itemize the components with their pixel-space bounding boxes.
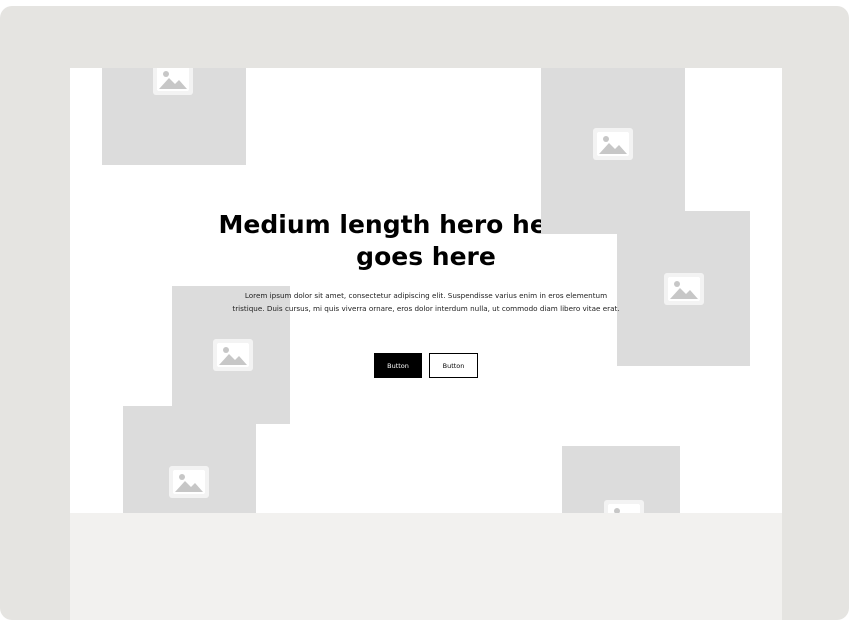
hero-section: Medium length hero headline goes here Lo…	[70, 68, 782, 513]
secondary-button[interactable]: Button	[429, 353, 478, 378]
below-fold-section	[70, 513, 782, 620]
image-placeholder-icon	[664, 273, 704, 305]
browser-frame: Medium length hero headline goes here Lo…	[0, 6, 849, 620]
image-placeholder-icon	[593, 128, 633, 160]
hero-body-text: Lorem ipsum dolor sit amet, consectetur …	[232, 291, 620, 313]
image-placeholder	[102, 68, 246, 165]
image-placeholder-icon	[169, 466, 209, 498]
image-placeholder-icon	[604, 500, 644, 513]
image-placeholder	[562, 446, 680, 513]
image-placeholder-icon	[153, 68, 193, 95]
image-placeholder	[123, 406, 256, 513]
image-placeholder-icon	[213, 339, 253, 371]
primary-button[interactable]: Button	[374, 353, 422, 378]
hero-headline: Medium length hero headline goes here	[218, 210, 634, 271]
